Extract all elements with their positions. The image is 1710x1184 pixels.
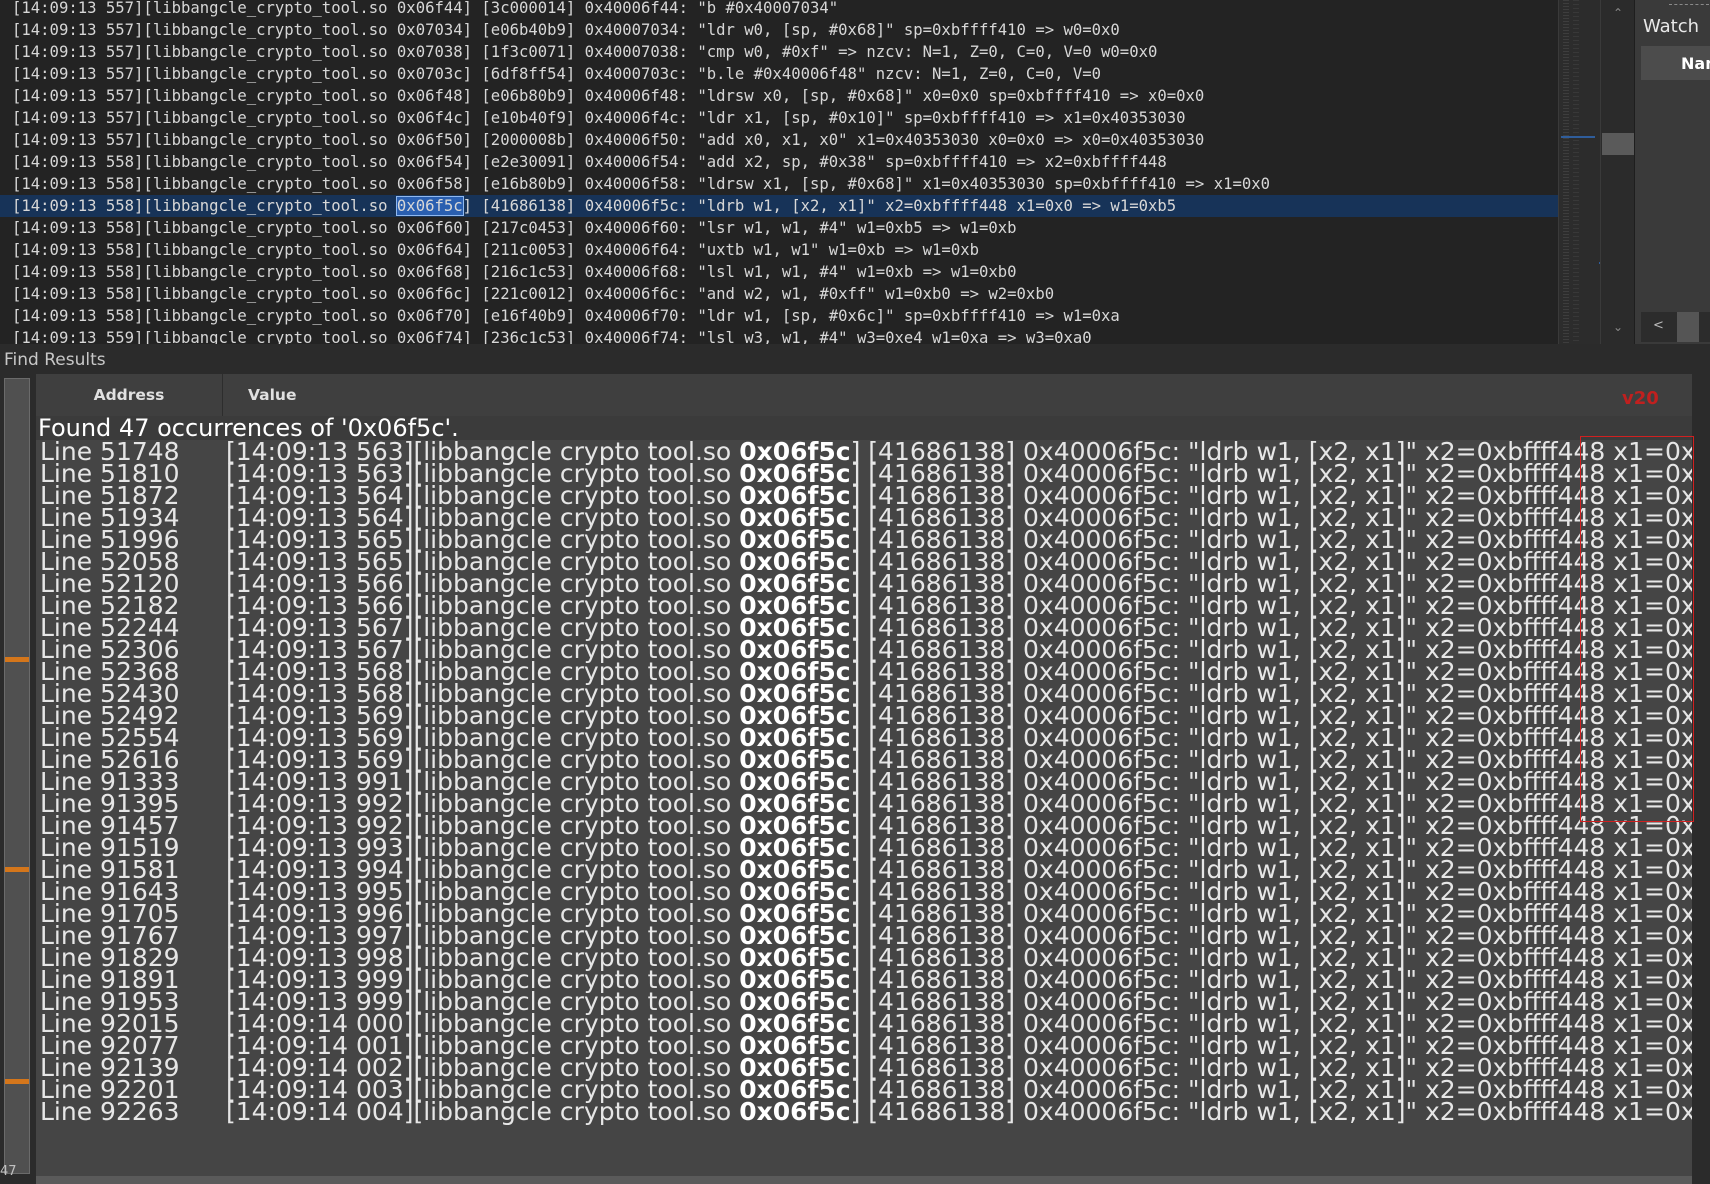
overview-marker [5, 657, 29, 662]
result-x1-value: 0xf [1664, 1097, 1692, 1126]
result-row[interactable]: Line 92263 [14:09:14 004][libbangcle cryp… [36, 1097, 1692, 1126]
trace-line[interactable]: [14:09:13 557][libbangcle_crypto_tool.so… [0, 107, 1558, 129]
column-header-value[interactable]: Value [248, 374, 296, 416]
overview-marker [5, 1079, 29, 1084]
find-results-title: Find Results [4, 350, 106, 370]
version-badge: v20 [1622, 388, 1659, 409]
trace-line[interactable]: [14:09:13 558][libbangcle_crypto_tool.so… [0, 217, 1558, 239]
scroll-thumb[interactable] [1602, 133, 1634, 155]
trace-line[interactable]: [14:09:13 558][libbangcle_crypto_tool.so… [0, 261, 1558, 283]
trace-line[interactable]: [14:09:13 557][libbangcle_crypto_tool.so… [0, 85, 1558, 107]
find-results-grid: Address Value v20 Found 47 occurrences o… [36, 374, 1692, 1184]
watch-title: Watch [1643, 16, 1700, 37]
trace-line[interactable]: [14:09:13 558][libbangcle_crypto_tool.so… [0, 305, 1558, 327]
trace-line[interactable]: [14:09:13 557][libbangcle_crypto_tool.so… [0, 19, 1558, 41]
trace-editor[interactable]: [14:09:13 557][libbangcle_crypto_tool.so… [0, 0, 1558, 344]
find-results-titlebar: Find Results [0, 344, 1710, 374]
grid-header: Address Value v20 [36, 374, 1692, 417]
result-line-number[interactable]: Line 92263 [40, 1099, 180, 1124]
trace-line-suffix: ] [41686138] 0x40006f5c: "ldrb w1, [x2, … [462, 197, 1177, 215]
trace-line-selected[interactable]: [14:09:13 558][libbangcle_crypto_tool.so… [0, 195, 1558, 217]
trace-line-prefix: [14:09:13 558][libbangcle_crypto_tool.so [12, 197, 397, 215]
results-horizontal-scrollbar[interactable] [36, 1176, 1692, 1184]
scroll-left-icon[interactable]: < [1653, 318, 1664, 333]
minimap-current-marker [1561, 136, 1595, 138]
trace-line[interactable]: [14:09:13 557][libbangcle_crypto_tool.so… [0, 0, 1558, 19]
trace-line[interactable]: [14:09:13 558][libbangcle_crypto_tool.so… [0, 239, 1558, 261]
trace-line[interactable]: [14:09:13 559][libbangcle_crypto_tool.so… [0, 327, 1558, 344]
selected-search-token[interactable]: 0x06f5c [395, 196, 464, 216]
trace-lines: [14:09:13 557][libbangcle_crypto_tool.so… [0, 0, 1558, 344]
editor-vertical-scrollbar[interactable]: ⌃ ⌄ [1600, 0, 1635, 344]
trace-line[interactable]: [14:09:13 557][libbangcle_crypto_tool.so… [0, 63, 1558, 85]
trace-line[interactable]: [14:09:13 557][libbangcle_crypto_tool.so… [0, 129, 1558, 151]
result-module: [libbangcle crypto tool.so [413, 1097, 740, 1126]
minimap-ticks-secondary [1573, 0, 1579, 344]
result-match-token: 0x06f5c [739, 1097, 851, 1126]
result-timestamp: [14:09:14 004] [226, 1097, 414, 1126]
trace-line[interactable]: [14:09:13 558][libbangcle_crypto_tool.so… [0, 151, 1558, 173]
watch-name-label: Nam [1681, 54, 1710, 73]
overview-marker [5, 867, 29, 872]
result-count: 47 [0, 1164, 17, 1179]
watch-name-header[interactable]: Nam [1641, 46, 1710, 80]
watch-panel: Watch Nam < [1634, 0, 1710, 344]
result-instruction: ] [41686138] 0x40006f5c: "ldrb w1, [x2, … [850, 1097, 1665, 1126]
watch-hscroll-thumb[interactable] [1677, 312, 1699, 342]
trace-line[interactable]: [14:09:13 558][libbangcle_crypto_tool.so… [0, 173, 1558, 195]
watch-divider [1669, 4, 1709, 7]
column-header-address[interactable]: Address [36, 374, 223, 416]
watch-hscroll[interactable]: < [1641, 312, 1710, 342]
minimap-ticks [1563, 0, 1569, 344]
results-overview-bar[interactable] [4, 378, 30, 1174]
scroll-down-icon[interactable]: ⌄ [1601, 320, 1635, 334]
result-value: [14:09:14 004][libbangcle crypto tool.so… [226, 1097, 1692, 1126]
trace-line[interactable]: [14:09:13 558][libbangcle_crypto_tool.so… [0, 283, 1558, 305]
minimap[interactable] [1558, 0, 1601, 344]
scroll-up-icon[interactable]: ⌃ [1601, 6, 1635, 20]
trace-line[interactable]: [14:09:13 557][libbangcle_crypto_tool.so… [0, 41, 1558, 63]
